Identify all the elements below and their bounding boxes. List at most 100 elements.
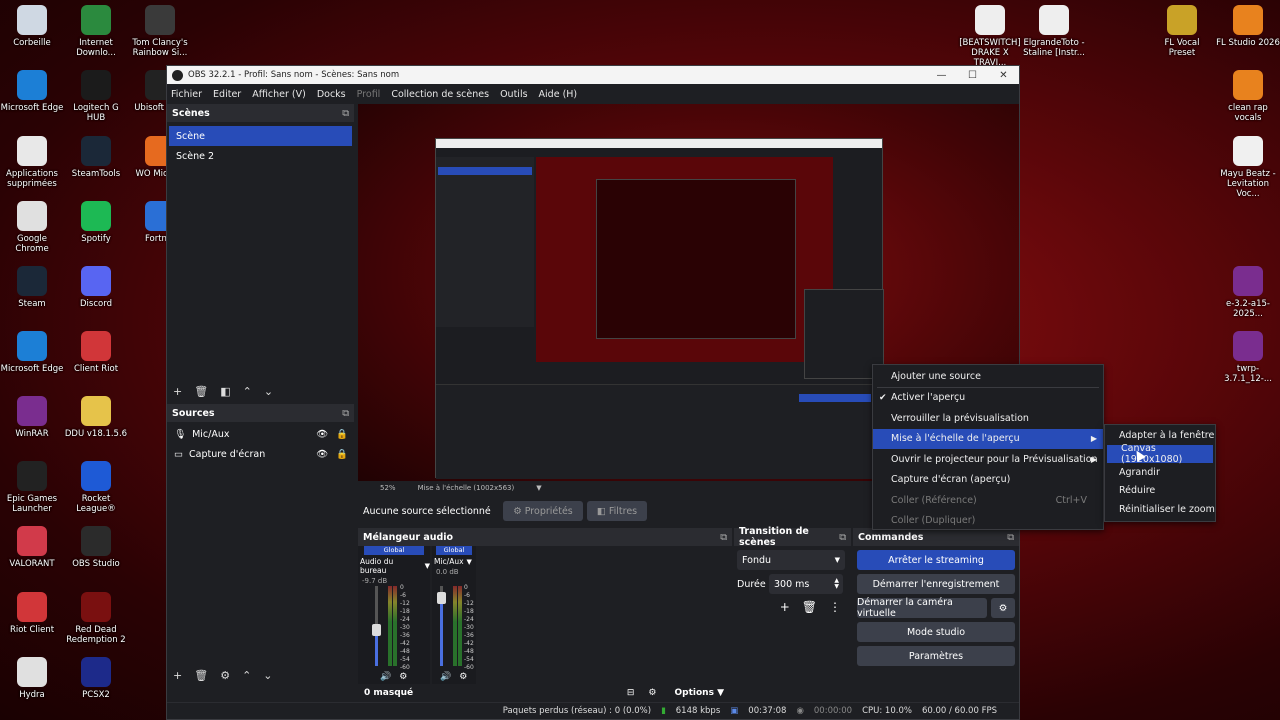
- menu-item-open-projector[interactable]: Ouvrir le projecteur pour la Prévisualis…: [873, 449, 1103, 470]
- dock-float-icon[interactable]: ⧉: [342, 108, 349, 119]
- menu-afficher[interactable]: Afficher (V): [252, 89, 306, 100]
- desktop-icon[interactable]: Internet Downlo...: [64, 5, 128, 58]
- remove-source-icon[interactable]: 🗑: [194, 669, 208, 682]
- menu-outils[interactable]: Outils: [500, 89, 527, 100]
- properties-button[interactable]: ⚙ Propriétés: [503, 501, 583, 521]
- scene-item[interactable]: Scène 2: [169, 146, 352, 166]
- desktop-icon[interactable]: OBS Studio: [64, 526, 128, 569]
- desktop-icon[interactable]: Riot Client: [0, 592, 64, 635]
- add-scene-icon[interactable]: +: [173, 385, 182, 398]
- source-item-capture[interactable]: ▭ Capture d'écran 👁 🔒: [167, 444, 354, 464]
- source-item-mic[interactable]: 🎙 Mic/Aux 👁 🔒: [167, 424, 354, 444]
- chevron-down-icon[interactable]: ▼: [467, 558, 472, 566]
- scene-item[interactable]: Scène: [169, 126, 352, 146]
- desktop-icon[interactable]: SteamTools: [64, 136, 128, 179]
- monitor-icon[interactable]: ⚙: [459, 672, 467, 682]
- remove-scene-icon[interactable]: 🗑: [194, 385, 208, 398]
- lock-icon[interactable]: 🔒: [336, 449, 348, 460]
- desktop-icon[interactable]: Steam: [0, 266, 64, 309]
- menu-editer[interactable]: Editer: [213, 89, 241, 100]
- start-virtual-camera-button[interactable]: Démarrer la caméra virtuelle: [857, 597, 987, 619]
- desktop-icon[interactable]: FL Vocal Preset: [1150, 5, 1214, 58]
- more-options-icon[interactable]: ⋮: [829, 600, 841, 614]
- filters-button[interactable]: ◧ Filtres: [587, 501, 647, 521]
- add-source-icon[interactable]: +: [173, 669, 182, 682]
- menu-profil[interactable]: Profil: [357, 89, 381, 100]
- volume-slider[interactable]: [437, 586, 446, 666]
- desktop-icon[interactable]: VALORANT: [0, 526, 64, 569]
- menu-item-preview-scaling[interactable]: Mise à l'échelle de l'aperçu ▶: [873, 428, 1103, 449]
- chevron-down-icon[interactable]: ▼: [425, 562, 430, 570]
- menu-item-add-source[interactable]: Ajouter une source: [873, 366, 1103, 387]
- volume-slider[interactable]: [372, 586, 381, 666]
- move-down-icon[interactable]: ⌄: [264, 385, 273, 398]
- desktop-icon[interactable]: clean rap vocals: [1216, 70, 1280, 123]
- visibility-eye-icon[interactable]: 👁: [316, 429, 328, 440]
- menu-item-lock-preview[interactable]: Verrouiller la prévisualisation: [873, 408, 1103, 429]
- menu-collection[interactable]: Collection de scènes: [391, 89, 489, 100]
- start-recording-button[interactable]: Démarrer l'enregistrement: [857, 574, 1015, 594]
- virtual-camera-settings-button[interactable]: ⚙: [991, 598, 1015, 618]
- desktop-icon[interactable]: [BEATSWITCH] DRAKE X TRAVI...: [958, 5, 1022, 68]
- maximize-button[interactable]: ☐: [957, 70, 988, 81]
- desktop-icon[interactable]: Corbeille: [0, 5, 64, 48]
- desktop-icon[interactable]: Spotify: [64, 201, 128, 244]
- desktop-icon[interactable]: ElgrandeToto - Staline [Instr...: [1022, 5, 1086, 58]
- desktop-icon[interactable]: FL Studio 2026: [1216, 5, 1280, 48]
- menu-aide[interactable]: Aide (H): [539, 89, 578, 100]
- mixer-options-button[interactable]: Options ▼: [675, 688, 725, 698]
- menu-item-reset-zoom[interactable]: Réinitialiser le zoom: [1105, 500, 1215, 519]
- duration-spinbox[interactable]: 300 ms ▲ ▼: [769, 574, 843, 594]
- desktop-icon[interactable]: Logitech G HUB: [64, 70, 128, 123]
- lock-icon[interactable]: 🔒: [336, 429, 348, 440]
- move-up-icon[interactable]: ⌃: [243, 385, 252, 398]
- settings-button[interactable]: Paramètres: [857, 646, 1015, 666]
- preview-scale-mode[interactable]: Mise à l'échelle (1002x563): [418, 484, 515, 492]
- desktop-icon[interactable]: Red Dead Redemption 2: [64, 592, 128, 645]
- move-down-icon[interactable]: ⌄: [263, 669, 272, 682]
- desktop-icon[interactable]: Epic Games Launcher: [0, 461, 64, 514]
- source-properties-icon[interactable]: ⚙: [220, 669, 230, 682]
- mixer-layout-icon[interactable]: ⊟: [627, 688, 635, 698]
- minimize-button[interactable]: —: [926, 70, 957, 81]
- desktop-icon[interactable]: Applications supprimées: [0, 136, 64, 189]
- desktop-icon[interactable]: Tom Clancy's Rainbow Si...: [128, 5, 192, 58]
- window-titlebar[interactable]: OBS 32.2.1 - Profil: Sans nom - Scènes: …: [167, 66, 1019, 84]
- menu-item-zoom-in[interactable]: Agrandir: [1105, 463, 1215, 482]
- menu-item-canvas[interactable]: Canvas (1920x1080): [1107, 443, 1213, 465]
- desktop-icon[interactable]: Hydra: [0, 657, 64, 700]
- mixer-advanced-icon[interactable]: ⚙: [648, 688, 656, 698]
- visibility-eye-icon[interactable]: 👁: [316, 449, 328, 460]
- desktop-icon[interactable]: Google Chrome: [0, 201, 64, 254]
- speaker-icon[interactable]: 🔊: [380, 672, 391, 682]
- dock-float-icon[interactable]: ⧉: [720, 532, 727, 543]
- menu-item-enable-preview[interactable]: ✔ Activer l'aperçu: [873, 388, 1103, 409]
- transition-select[interactable]: Fondu ▼: [737, 550, 845, 570]
- dock-float-icon[interactable]: ⧉: [1007, 532, 1014, 543]
- menu-docks[interactable]: Docks: [317, 89, 346, 100]
- desktop-icon[interactable]: twrp-3.7.1_12-...: [1216, 331, 1280, 384]
- desktop-icon[interactable]: Microsoft Edge: [0, 331, 64, 374]
- desktop-icon[interactable]: Discord: [64, 266, 128, 309]
- desktop-icon[interactable]: Client Riot: [64, 331, 128, 374]
- desktop-icon[interactable]: e-3.2-a15-2025...: [1216, 266, 1280, 319]
- dock-float-icon[interactable]: ⧉: [342, 408, 349, 419]
- desktop-icon[interactable]: Mayu Beatz - Levitation Voc...: [1216, 136, 1280, 199]
- speaker-icon[interactable]: 🔊: [440, 672, 451, 682]
- desktop-icon[interactable]: PCSX2: [64, 657, 128, 700]
- menu-item-paste-reference[interactable]: Coller (Référence) Ctrl+V: [873, 490, 1103, 511]
- studio-mode-button[interactable]: Mode studio: [857, 622, 1015, 642]
- menu-item-zoom-out[interactable]: Réduire: [1105, 482, 1215, 501]
- menu-item-fit-window[interactable]: Adapter à la fenêtre: [1105, 426, 1215, 445]
- desktop-icon[interactable]: WinRAR: [0, 396, 64, 439]
- dock-float-icon[interactable]: ⧉: [839, 532, 846, 543]
- move-up-icon[interactable]: ⌃: [242, 669, 251, 682]
- monitor-icon[interactable]: ⚙: [399, 672, 407, 682]
- menu-fichier[interactable]: Fichier: [171, 89, 202, 100]
- desktop-icon[interactable]: Rocket League®: [64, 461, 128, 514]
- add-transition-icon[interactable]: +: [780, 600, 790, 614]
- menu-item-screenshot-preview[interactable]: Capture d'écran (aperçu): [873, 470, 1103, 491]
- scene-filters-icon[interactable]: ◧: [220, 385, 230, 398]
- chevron-down-icon[interactable]: ▼: [536, 484, 541, 492]
- desktop-icon[interactable]: DDU v18.1.5.6: [64, 396, 128, 439]
